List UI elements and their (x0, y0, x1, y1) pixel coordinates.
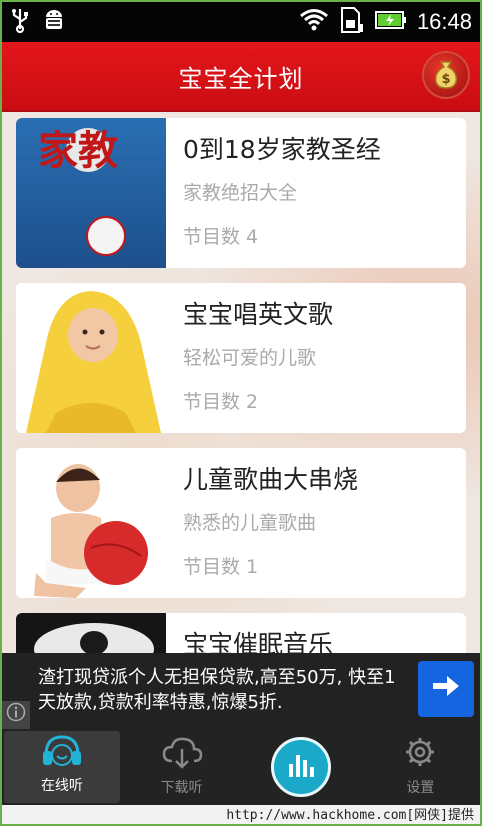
gear-icon (402, 735, 438, 773)
source-credit: http://www.hackhome.com[网侠]提供 (2, 805, 480, 824)
program-count: 节目数 4 (183, 226, 259, 248)
tab-download-listen[interactable]: 下载听 (122, 729, 241, 805)
battery-charging-icon (374, 9, 407, 35)
program-thumbnail (16, 448, 166, 598)
program-card[interactable]: 儿童歌曲大串烧 熟悉的儿童歌曲 节目数 1 (16, 448, 466, 598)
cloud-download-icon (160, 735, 204, 773)
equalizer-play-icon (286, 750, 316, 784)
program-title: 0到18岁家教圣经 (183, 135, 381, 164)
program-card[interactable]: 家教 0到18岁家教圣经 家教绝招大全 节目数 4 (16, 118, 466, 268)
app-frame: 16:48 宝宝全计划 $ 家教 0到18岁家教圣经 家教绝招大全 节目数 4 (0, 0, 482, 826)
program-title: 宝宝唱英文歌 (183, 300, 334, 329)
ad-text: 渣打现贷派个人无担保贷款,高至50万, 快至1天放款,贷款利率特惠,惊爆5折. (38, 667, 396, 713)
page-title: 宝宝全计划 (178, 64, 304, 93)
ad-open-button[interactable] (418, 661, 474, 717)
program-title: 儿童歌曲大串烧 (183, 465, 359, 494)
tab-label: 在线听 (40, 778, 83, 794)
info-icon (6, 702, 26, 729)
bottom-nav: 在线听 下载听 设置 (2, 729, 480, 805)
program-list[interactable]: 家教 0到18岁家教圣经 家教绝招大全 节目数 4 宝宝唱英文歌 轻松可爱的儿歌… (2, 112, 480, 653)
tab-player[interactable] (241, 729, 360, 805)
program-title: 宝宝催眠音乐 (183, 630, 334, 653)
svg-text:$: $ (441, 72, 450, 87)
wifi-icon (299, 8, 329, 36)
program-thumbnail: 家教 (16, 118, 166, 268)
program-thumbnail (16, 613, 166, 653)
program-subtitle: 熟悉的儿童歌曲 (183, 512, 317, 534)
status-time: 16:48 (416, 9, 472, 34)
tab-online-listen[interactable]: 在线听 (4, 731, 120, 803)
thumbnail-calligraphy: 家教 (38, 127, 118, 174)
app-header: 宝宝全计划 $ (2, 42, 480, 112)
program-thumbnail (16, 283, 166, 433)
program-card[interactable]: 宝宝唱英文歌 轻松可爱的儿歌 节目数 2 (16, 283, 466, 433)
program-subtitle: 轻松可爱的儿歌 (183, 347, 317, 369)
android-debug-icon (42, 7, 66, 37)
money-bag-icon: $ (429, 56, 463, 94)
money-bag-button[interactable]: $ (422, 51, 470, 99)
program-count: 节目数 2 (183, 391, 259, 413)
tab-label: 设置 (406, 780, 435, 796)
program-card[interactable]: 宝宝催眠音乐 (16, 613, 466, 653)
tab-label: 下载听 (160, 780, 203, 796)
tab-settings[interactable]: 设置 (361, 729, 480, 805)
arrow-right-icon (431, 673, 461, 706)
player-button[interactable] (270, 737, 331, 797)
program-subtitle: 家教绝招大全 (183, 182, 298, 204)
status-bar: 16:48 (2, 2, 480, 42)
program-count: 节目数 1 (183, 556, 259, 578)
sim-card-icon (339, 6, 365, 38)
ad-banner[interactable]: 渣打现贷派个人无担保贷款,高至50万, 快至1天放款,贷款利率特惠,惊爆5折. (2, 653, 480, 729)
ad-info-button[interactable] (2, 701, 30, 729)
headphones-icon (40, 733, 84, 771)
usb-icon (10, 7, 30, 37)
